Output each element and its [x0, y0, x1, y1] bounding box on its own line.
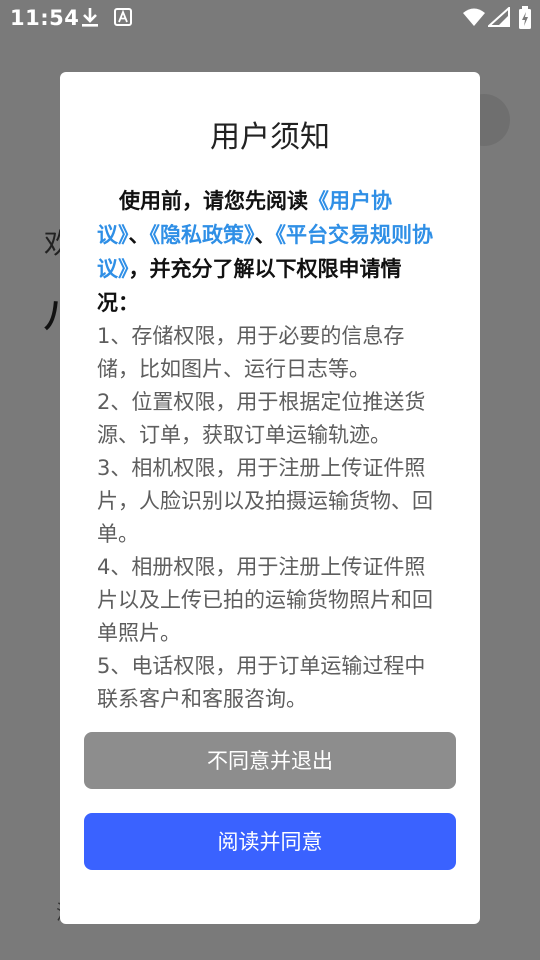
permission-camera: 3、相机权限，用于注册上传证件照片，人脸识别以及拍摄运输货物、回单。 [97, 456, 433, 546]
read-and-agree-button[interactable]: 阅读并同意 [84, 813, 456, 870]
permission-storage: 1、存储权限，用于必要的信息存储，比如图片、运行日志等。 [97, 324, 405, 381]
cellular-signal-icon [486, 5, 510, 31]
separator-1: 、 [128, 223, 150, 247]
permission-album: 4、相册权限，用于注册上传证件照片以及上传已拍的运输货物照片和回单照片。 [97, 555, 433, 645]
download-icon [80, 6, 100, 32]
battery-charging-icon [518, 6, 532, 34]
intro-suffix: ，并充分了解以下权限申请情况： [97, 257, 402, 315]
separator-2: 、 [254, 223, 276, 247]
user-notice-dialog: 用户须知 使用前，请您先阅读《用户协议》、《隐私政策》、《平台交易规则协议》，并… [60, 72, 480, 924]
decline-and-exit-button[interactable]: 不同意并退出 [84, 732, 456, 789]
status-time: 11:54 [10, 6, 80, 30]
intro-prefix: 使用前，请您先阅读 [119, 189, 308, 213]
wifi-icon [462, 7, 486, 31]
permission-location: 2、位置权限，用于根据定位推送货源、订单，获取订单运输轨迹。 [97, 390, 426, 447]
status-bar: 11:54 [0, 0, 540, 36]
notice-body: 使用前，请您先阅读《用户协议》、《隐私政策》、《平台交易规则协议》，并充分了解以… [97, 184, 443, 716]
permission-phone: 5、电话权限，用于订单运输过程中联系客户和客服咨询。 [97, 654, 426, 711]
dialog-title: 用户须知 [210, 120, 330, 155]
permission-list: 1、存储权限，用于必要的信息存储，比如图片、运行日志等。 2、位置权限，用于根据… [97, 320, 443, 716]
privacy-policy-link[interactable]: 《隐私政策》 [150, 223, 255, 247]
keyboard-a-icon [114, 8, 132, 30]
